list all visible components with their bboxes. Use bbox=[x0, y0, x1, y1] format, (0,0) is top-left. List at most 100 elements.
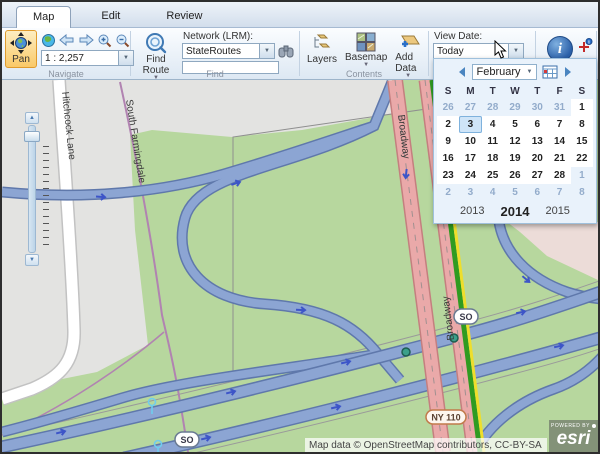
shield-ny-110: NY 110 bbox=[426, 410, 466, 424]
calendar-day[interactable]: 28 bbox=[548, 167, 570, 184]
calendar-day[interactable]: 13 bbox=[526, 133, 548, 150]
network-input[interactable] bbox=[182, 43, 260, 59]
month-label: February bbox=[477, 66, 521, 78]
calendar-day[interactable]: 15 bbox=[571, 133, 593, 150]
esri-logo: POWERED BY esri bbox=[549, 420, 598, 452]
view-date-label: View Date: bbox=[434, 31, 524, 42]
calendar-year[interactable]: 2015 bbox=[545, 205, 569, 217]
network-dropdown-button[interactable]: ▼ bbox=[260, 43, 275, 59]
calendar-day[interactable]: 1 bbox=[571, 167, 593, 184]
calendar-day[interactable]: 5 bbox=[504, 184, 526, 201]
group-find: Find Route ▼ Network (LRM): ▼ bbox=[131, 28, 299, 79]
shield-so-upper: SO bbox=[454, 309, 478, 324]
shield-so-lower: SO bbox=[175, 432, 199, 447]
calendar-day[interactable]: 2 bbox=[437, 184, 459, 201]
calendar-day[interactable]: 26 bbox=[504, 167, 526, 184]
zoom-slider-down-button[interactable]: ▼ bbox=[25, 254, 39, 266]
layers-button[interactable]: Layers bbox=[303, 30, 341, 68]
ribbon-tab-bar: Map Edit Review bbox=[2, 2, 598, 28]
calendar-day[interactable]: 25 bbox=[482, 167, 504, 184]
add-data-button[interactable]: Add Data ▼ bbox=[391, 30, 425, 68]
calendar-day[interactable]: 4 bbox=[482, 116, 504, 133]
view-date-dropdown-button[interactable]: ▼ bbox=[509, 43, 524, 59]
calendar-day[interactable]: 17 bbox=[459, 150, 481, 167]
calendar-day[interactable]: 11 bbox=[482, 133, 504, 150]
calendar-day[interactable]: 12 bbox=[504, 133, 526, 150]
calendar-day[interactable]: 2 bbox=[437, 116, 459, 133]
contents-group-label: Contents bbox=[300, 69, 428, 79]
previous-month-button[interactable] bbox=[459, 67, 465, 77]
zoom-out-icon[interactable] bbox=[115, 33, 130, 48]
svg-text:SO: SO bbox=[459, 312, 472, 322]
pan-button[interactable]: Pan bbox=[5, 30, 37, 68]
calendar-day-header: S bbox=[437, 84, 459, 99]
find-route-icon bbox=[144, 32, 168, 54]
date-picker-popup: February ▼ SMTWTFS2627282930311234567891… bbox=[433, 58, 597, 224]
calendar-day[interactable]: 19 bbox=[504, 150, 526, 167]
navigate-group-label: Navigate bbox=[2, 69, 130, 79]
zoom-slider-track[interactable] bbox=[28, 125, 36, 253]
network-combo: ▼ bbox=[182, 43, 275, 59]
group-contents: Layers Basemap ▼ bbox=[300, 28, 428, 79]
calendar-day[interactable]: 6 bbox=[526, 184, 548, 201]
full-extent-globe-icon[interactable] bbox=[41, 33, 56, 48]
calendar-day[interactable]: 5 bbox=[504, 116, 526, 133]
pan-globe-icon bbox=[9, 32, 33, 54]
tab-edit[interactable]: Edit bbox=[85, 6, 136, 27]
find-route-button[interactable]: Find Route ▼ bbox=[134, 30, 178, 68]
calendar-year[interactable]: 2014 bbox=[501, 204, 530, 219]
tab-map[interactable]: Map bbox=[16, 6, 71, 28]
tab-review[interactable]: Review bbox=[150, 6, 218, 27]
binoculars-icon[interactable] bbox=[278, 45, 294, 58]
group-navigate: Pan bbox=[2, 28, 130, 79]
calendar-day[interactable]: 28 bbox=[482, 99, 504, 116]
calendar-day[interactable]: 22 bbox=[571, 150, 593, 167]
identify-route-icon[interactable]: i bbox=[577, 38, 593, 54]
calendar-grid: SMTWTFS262728293031123456789101112131415… bbox=[437, 84, 593, 201]
calendar-grid-icon[interactable] bbox=[542, 65, 558, 79]
calendar-day[interactable]: 9 bbox=[437, 133, 459, 150]
calendar-year[interactable]: 2013 bbox=[460, 205, 484, 217]
calendar-day[interactable]: 7 bbox=[548, 116, 570, 133]
zoom-slider-up-button[interactable]: ▲ bbox=[25, 112, 39, 124]
previous-extent-icon[interactable] bbox=[59, 33, 75, 47]
calendar-day[interactable]: 26 bbox=[437, 99, 459, 116]
calendar-day[interactable]: 27 bbox=[526, 167, 548, 184]
calendar-day-header: S bbox=[571, 84, 593, 99]
calendar-day[interactable]: 30 bbox=[526, 99, 548, 116]
zoom-in-icon[interactable] bbox=[97, 33, 112, 48]
map-scale-combo: ▼ bbox=[41, 50, 134, 66]
calendar-day-header: W bbox=[504, 84, 526, 99]
app-window: Map Edit Review Pan bbox=[0, 0, 600, 454]
calendar-day[interactable]: 1 bbox=[571, 99, 593, 116]
calendar-day[interactable]: 24 bbox=[459, 167, 481, 184]
zoom-slider-thumb[interactable] bbox=[24, 131, 40, 142]
calendar-day[interactable]: 6 bbox=[526, 116, 548, 133]
next-month-button[interactable] bbox=[565, 67, 571, 77]
calendar-day[interactable]: 10 bbox=[459, 133, 481, 150]
calendar-day-header: F bbox=[548, 84, 570, 99]
calendar-day[interactable]: 8 bbox=[571, 184, 593, 201]
calendar-day[interactable]: 18 bbox=[482, 150, 504, 167]
month-dropdown[interactable]: February ▼ bbox=[472, 64, 538, 80]
calendar-day[interactable]: 3 bbox=[459, 184, 481, 201]
calendar-day[interactable]: 27 bbox=[459, 99, 481, 116]
calendar-day[interactable]: 14 bbox=[548, 133, 570, 150]
map-scale-input[interactable] bbox=[41, 50, 119, 66]
calendar-day[interactable]: 23 bbox=[437, 167, 459, 184]
next-extent-icon[interactable] bbox=[78, 33, 94, 47]
calendar-day[interactable]: 21 bbox=[548, 150, 570, 167]
svg-text:SO: SO bbox=[180, 435, 193, 445]
calendar-day[interactable]: 8 bbox=[571, 116, 593, 133]
calendar-day[interactable]: 29 bbox=[504, 99, 526, 116]
basemap-dropdown-arrow: ▼ bbox=[363, 63, 369, 67]
calendar-day[interactable]: 20 bbox=[526, 150, 548, 167]
calendar-day-selected[interactable]: 3 bbox=[459, 116, 481, 133]
calendar-day-header: M bbox=[459, 84, 481, 99]
calendar-day[interactable]: 16 bbox=[437, 150, 459, 167]
calendar-day[interactable]: 7 bbox=[548, 184, 570, 201]
calendar-years: 2013 2014 2015 bbox=[437, 201, 593, 221]
basemap-button[interactable]: Basemap ▼ bbox=[341, 30, 391, 68]
calendar-day[interactable]: 31 bbox=[548, 99, 570, 116]
calendar-day[interactable]: 4 bbox=[482, 184, 504, 201]
